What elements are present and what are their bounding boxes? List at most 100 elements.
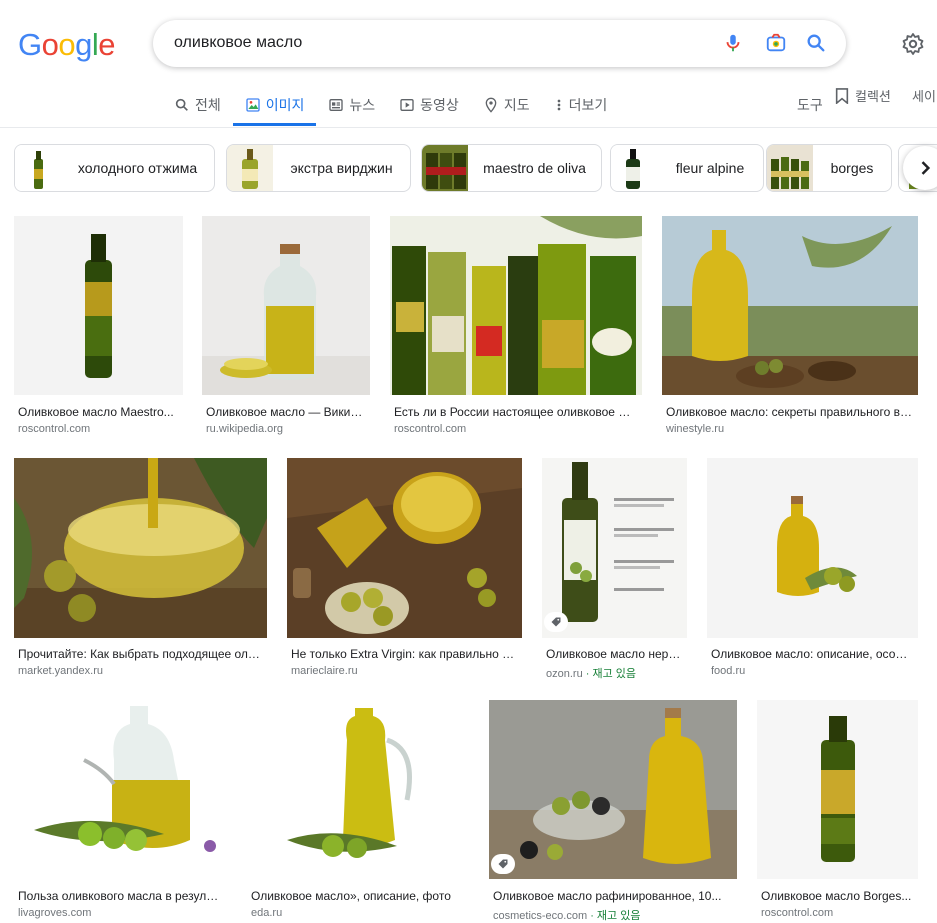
chip-extra-virgin[interactable]: экстра вирджин: [226, 144, 411, 192]
chip-label: холодного отжима: [77, 160, 198, 176]
news-icon: [329, 99, 344, 111]
tab-images[interactable]: 이미지: [232, 92, 316, 126]
tab-more[interactable]: 더보기: [554, 92, 608, 118]
result-thumbnail: [202, 216, 370, 395]
image-result[interactable]: Оливковое масло рафинированное, 10... co…: [489, 700, 737, 922]
chip-thumbnail: [15, 145, 61, 191]
tools-button[interactable]: 도구: [797, 95, 823, 115]
tag-icon: [551, 617, 561, 627]
result-title: Не только Extra Virgin: как правильно вы…: [291, 647, 518, 661]
chip-cold-pressed[interactable]: холодного отжима: [14, 144, 215, 192]
result-thumbnail: [757, 700, 918, 879]
tab-label: 전체: [195, 97, 221, 113]
chip-label: borges: [830, 160, 874, 176]
tab-label: 이미지: [265, 97, 305, 113]
result-thumbnail: [662, 216, 918, 395]
header: Google оливковое масло 전체 이미지 뉴스 동영상 지도 …: [0, 0, 937, 128]
result-thumbnail: [390, 216, 642, 395]
tag-icon: [498, 859, 508, 869]
search-icon: [175, 98, 188, 111]
image-result[interactable]: Оливковое масло Maestro... roscontrol.co…: [14, 216, 183, 436]
image-result[interactable]: Есть ли в России настоящее оливковое мас…: [390, 216, 642, 436]
search-input[interactable]: оливковое масло: [174, 34, 302, 52]
result-title: Есть ли в России настоящее оливковое мас…: [394, 405, 638, 419]
search-box[interactable]: оливковое масло: [153, 20, 846, 67]
result-source: food.ru: [711, 665, 746, 677]
gear-icon[interactable]: [901, 32, 925, 56]
result-title: Оливковое масло нерафинированное: [546, 647, 683, 661]
tab-news[interactable]: 뉴스: [328, 92, 375, 118]
chip-thumbnail: [611, 145, 657, 191]
image-result[interactable]: Оливковое масло: описание, особенности f…: [707, 458, 918, 678]
tab-all[interactable]: 전체: [174, 92, 221, 118]
safesearch-button[interactable]: 세이: [912, 86, 936, 105]
result-source: ru.wikipedia.org: [206, 423, 284, 435]
mic-icon[interactable]: [722, 32, 744, 54]
result-thumbnail: [287, 458, 522, 638]
result-title: Оливковое масло Borges...: [761, 889, 912, 903]
collections-button[interactable]: 컬렉션: [835, 86, 891, 105]
google-logo[interactable]: Google: [18, 27, 116, 63]
chip-label: maestro de oliva: [483, 160, 586, 176]
result-source: roscontrol.com: [18, 423, 91, 435]
map-pin-icon: [485, 97, 497, 113]
logo-letter: o: [58, 27, 76, 62]
logo-letter: e: [98, 27, 116, 62]
logo-letter: o: [41, 27, 59, 62]
result-source: roscontrol.com: [394, 423, 467, 435]
in-stock-label: · 재고 있음: [582, 668, 637, 680]
image-result[interactable]: Оливковое масло нерафинированное ozon.ru…: [542, 458, 687, 680]
image-result[interactable]: Оливковое масло Borges... roscontrol.com: [757, 700, 918, 921]
image-result[interactable]: Не только Extra Virgin: как правильно вы…: [287, 458, 522, 678]
result-source: livagroves.com: [18, 907, 92, 919]
result-source: eda.ru: [251, 907, 283, 919]
result-title: Польза оливкового масла в результате: [18, 889, 223, 903]
result-title: Прочитайте: Как выбрать подходящее оливк…: [18, 647, 263, 661]
chip-fleur-alpine[interactable]: fleur alpine: [610, 144, 764, 192]
image-result[interactable]: Оливковое масло — Википедия ru.wikipedia…: [202, 216, 370, 436]
image-result[interactable]: Прочитайте: Как выбрать подходящее оливк…: [14, 458, 267, 678]
chip-thumbnail: [422, 145, 468, 191]
tab-maps[interactable]: 지도: [483, 92, 530, 118]
result-source: winestyle.ru: [666, 423, 725, 435]
result-thumbnail: [14, 458, 267, 638]
result-title: Оливковое масло: описание, особенности: [711, 647, 914, 661]
chip-thumbnail: [767, 145, 813, 191]
in-stock-label: · 재고 있음: [587, 910, 641, 922]
result-thumbnail: [247, 700, 469, 879]
chip-label: fleur alpine: [675, 160, 745, 176]
result-thumbnail: [707, 458, 918, 638]
result-thumbnail: [14, 216, 183, 395]
result-thumbnail: [14, 700, 227, 879]
tab-label: 동영상: [420, 97, 459, 113]
camera-icon[interactable]: [765, 32, 787, 54]
search-icon[interactable]: [805, 32, 827, 54]
chip-maestro-de-oliva[interactable]: maestro de oliva: [421, 144, 602, 192]
chevron-right-icon: [921, 161, 931, 175]
chip-borges[interactable]: borges: [766, 144, 892, 192]
result-source: marieclaire.ru: [291, 665, 358, 677]
chip-thumbnail: [227, 145, 273, 191]
result-source: market.yandex.ru: [18, 665, 103, 677]
more-vert-icon: [557, 99, 560, 111]
result-thumbnail: [489, 700, 737, 879]
result-title: Оливковое масло Maestro...: [18, 405, 174, 419]
video-icon: [400, 99, 414, 111]
shopping-tag-icon: [544, 612, 568, 632]
result-title: Оливковое масло: секреты правильного выб…: [666, 405, 914, 419]
collections-label: 컬렉션: [855, 89, 891, 104]
image-result[interactable]: Польза оливкового масла в результате liv…: [14, 700, 227, 921]
search-tabs: 전체 이미지 뉴스 동영상 지도 더보기: [174, 92, 631, 128]
result-thumbnail: [542, 458, 687, 638]
result-title: Оливковое масло рафинированное, 10...: [493, 889, 722, 903]
tab-label: 뉴스: [349, 97, 376, 113]
chip-label: экстра вирджин: [290, 160, 393, 176]
result-source: cosmetics-eco.com: [493, 910, 588, 922]
image-icon: [246, 98, 260, 112]
tab-videos[interactable]: 동영상: [399, 92, 459, 118]
tab-label: 더보기: [568, 97, 608, 113]
image-result[interactable]: Оливковое масло», описание, фото eda.ru: [247, 700, 469, 921]
logo-letter: g: [75, 27, 92, 62]
image-result[interactable]: Оливковое масло: секреты правильного выб…: [662, 216, 918, 436]
result-title: Оливковое масло», описание, фото: [251, 889, 451, 903]
